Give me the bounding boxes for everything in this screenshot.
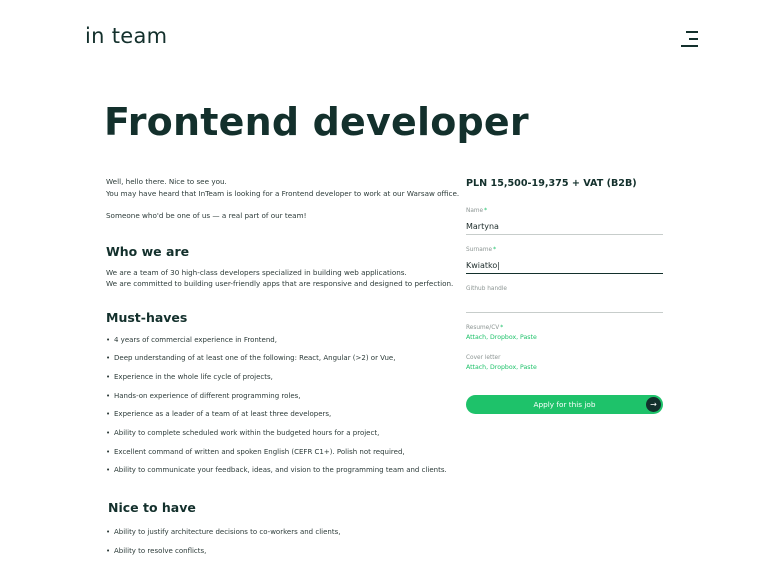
- cover-letter-attach-link[interactable]: Attach: [466, 364, 486, 371]
- surname-label: Surname*: [466, 247, 496, 253]
- list-item: Experience as a leader of a team of at l…: [106, 409, 436, 428]
- arrow-right-icon: →: [646, 397, 661, 412]
- list-item: 4 years of commercial experience in Fron…: [106, 335, 436, 354]
- must-haves-list: 4 years of commercial experience in Fron…: [106, 335, 447, 485]
- list-item: Ability to communicate your feedback, id…: [106, 465, 447, 484]
- intro-line-3: Someone who'd be one of us — a real part…: [106, 211, 307, 220]
- list-item: Experience in the whole life cycle of pr…: [106, 372, 436, 391]
- list-item: Ability to justify architecture decision…: [106, 527, 436, 546]
- resume-attach-options: Attach, Dropbox, Paste: [466, 334, 537, 341]
- apply-button-label: Apply for this job: [533, 400, 596, 409]
- github-input[interactable]: [466, 299, 663, 311]
- cover-letter-dropbox-link[interactable]: Dropbox: [490, 364, 516, 371]
- nice-to-have-list: Ability to justify architecture decision…: [106, 527, 436, 564]
- name-underline: [466, 234, 663, 235]
- surname-underline: [466, 273, 663, 274]
- surname-field: Surname*: [466, 247, 663, 274]
- name-input[interactable]: [466, 221, 663, 233]
- cover-letter-field: Cover letter Attach, Dropbox, Paste: [466, 355, 663, 371]
- resume-paste-link[interactable]: Paste: [520, 334, 537, 341]
- menu-line-top: [686, 31, 698, 33]
- github-label: Github handle: [466, 286, 508, 292]
- resume-field: Resume/CV* Attach, Dropbox, Paste: [466, 325, 663, 341]
- surname-input[interactable]: [466, 260, 663, 272]
- name-label: Name*: [466, 208, 488, 214]
- list-item: Hands-on experience of different program…: [106, 391, 436, 410]
- apply-button[interactable]: Apply for this job →: [466, 395, 663, 414]
- list-item: Ability to complete scheduled work withi…: [106, 428, 436, 447]
- intro-line-1: Well, hello there. Nice to see you.: [106, 177, 227, 186]
- intro-line-2: You may have heard that InTeam is lookin…: [106, 188, 460, 198]
- github-field: Github handle: [466, 286, 663, 313]
- name-field: Name*: [466, 208, 663, 235]
- salary-range: PLN 15,500-19,375 + VAT (B2B): [466, 178, 637, 189]
- list-item: Ability to resolve conflicts,: [106, 546, 436, 565]
- application-form: PLN 15,500-19,375 + VAT (B2B) Name* Surn…: [466, 178, 663, 371]
- page-title: Frontend developer: [104, 100, 529, 144]
- job-description: Well, hello there. Nice to see you. You …: [106, 176, 460, 564]
- menu-line-middle: [689, 38, 698, 40]
- cover-letter-attach-options: Attach, Dropbox, Paste: [466, 364, 537, 371]
- resume-label: Resume/CV*: [466, 325, 504, 331]
- resume-attach-link[interactable]: Attach: [466, 334, 486, 341]
- list-item: Deep understanding of at least one of th…: [106, 353, 436, 372]
- cover-letter-paste-link[interactable]: Paste: [520, 364, 537, 371]
- must-haves-heading: Must-haves: [106, 309, 188, 325]
- inteam-logo[interactable]: in team: [85, 24, 167, 48]
- hamburger-menu-icon[interactable]: [681, 31, 698, 47]
- github-underline: [466, 312, 663, 313]
- menu-line-bottom: [681, 45, 698, 47]
- who-we-are-heading: Who we are: [106, 243, 190, 259]
- list-item: Excellent command of written and spoken …: [106, 447, 436, 466]
- cover-letter-label: Cover letter: [466, 355, 501, 361]
- who-we-are-line-1: We are a team of 30 high-class developer…: [106, 267, 407, 277]
- who-we-are-line-2: We are committed to building user-friend…: [106, 279, 454, 288]
- nice-to-have-heading: Nice to have: [108, 500, 196, 515]
- resume-dropbox-link[interactable]: Dropbox: [490, 334, 516, 341]
